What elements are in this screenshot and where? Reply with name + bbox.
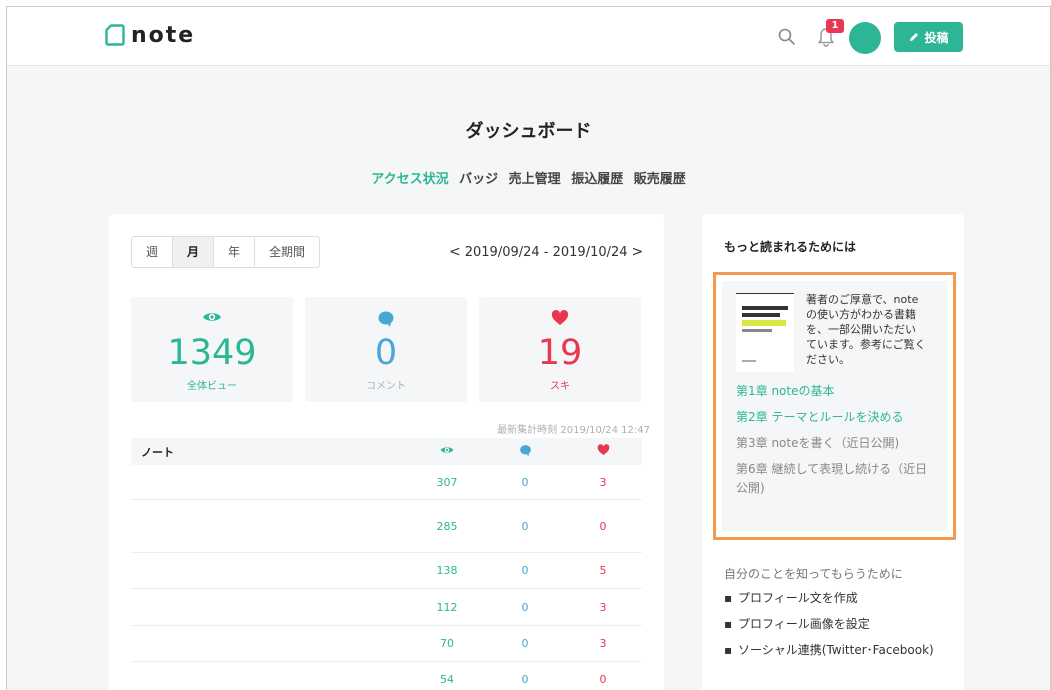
period-selector: 週 月 年 全期間 xyxy=(131,236,321,268)
likes-total: 19 xyxy=(537,333,583,373)
user-avatar[interactable] xyxy=(849,22,881,54)
book-promo-highlight: 著者のご厚意で、noteの使い方がわかる書籍を、一部公開いただいています。参考に… xyxy=(713,272,956,540)
chapter-3-label: 第3章 noteを書く（近日公開) xyxy=(736,436,900,450)
guide-title: 自分のことを知ってもらうために xyxy=(724,567,903,581)
tab-access[interactable]: アクセス状況 xyxy=(371,172,448,187)
row-likes: 0 xyxy=(599,673,607,686)
tab-sales[interactable]: 売上管理 xyxy=(509,172,561,187)
row-comments: 0 xyxy=(521,475,529,489)
logo-text: note xyxy=(131,22,196,48)
chapter-6-label: 第6章 継続して表現し続ける（近日公開) xyxy=(736,462,928,495)
note-logo[interactable]: note xyxy=(105,21,195,49)
views-label: 全体ビュー xyxy=(187,381,237,392)
row-likes: 5 xyxy=(599,564,607,577)
date-range-text: 2019/09/24 - 2019/10/24 xyxy=(464,244,628,260)
table-row[interactable]: 112 0 3 xyxy=(131,589,642,626)
row-comments: 0 xyxy=(521,637,529,650)
row-views: 307 xyxy=(436,475,458,489)
row-views: 70 xyxy=(440,637,454,650)
chapter-2-link[interactable]: 第2章 テーマとルールを決める xyxy=(736,408,936,427)
row-views: 54 xyxy=(440,673,454,686)
book-cover-image[interactable] xyxy=(736,293,794,372)
dashboard-tabs: アクセス状況 バッジ 売上管理 振込履歴 販売履歴 xyxy=(7,168,1050,187)
note-logo-icon xyxy=(105,24,125,46)
row-likes: 3 xyxy=(599,600,607,614)
stats-summary: 1349 全体ビュー 0 コメント 19 スキ xyxy=(131,297,641,402)
row-views: 138 xyxy=(436,564,458,577)
eye-icon xyxy=(203,313,221,321)
row-comments: 0 xyxy=(521,519,529,533)
row-comments: 0 xyxy=(521,673,529,686)
stats-card: 週 月 年 全期間 < 2019/09/24 - 2019/10/24 > 13… xyxy=(109,214,664,690)
row-likes: 3 xyxy=(599,475,607,489)
post-button[interactable]: 投稿 xyxy=(894,22,963,52)
table-row[interactable]: 54 0 0 xyxy=(131,662,642,690)
guide-item-profile-image[interactable]: ▪ プロフィール画像を設定 xyxy=(724,615,949,633)
next-range-button[interactable]: > xyxy=(628,244,648,260)
heart-icon xyxy=(597,444,609,456)
tab-badge[interactable]: バッジ xyxy=(459,172,498,187)
last-updated: 最新集計時刻 2019/10/24 12:47 xyxy=(497,425,650,436)
comment-icon xyxy=(378,311,394,327)
search-icon[interactable] xyxy=(777,27,797,47)
book-promo: 著者のご厚意で、noteの使い方がわかる書籍を、一部公開いただいています。参考に… xyxy=(722,281,947,531)
top-header: note 1 投稿 xyxy=(7,7,1050,66)
row-views: 112 xyxy=(436,600,458,614)
period-all[interactable]: 全期間 xyxy=(255,237,319,267)
period-week[interactable]: 週 xyxy=(132,237,174,267)
notes-table: ノート 307 0 3 285 0 0 138 0 5 112 0 3 70 0… xyxy=(131,438,642,690)
tips-card: もっと読まれるためには 著者のご厚意で、noteの使い方がわかる書籍を、一部公開… xyxy=(702,214,964,690)
comments-label: コメント xyxy=(366,381,406,392)
row-likes: 3 xyxy=(599,637,607,650)
likes-stat: 19 スキ xyxy=(479,297,641,402)
book-description: 著者のご厚意で、noteの使い方がわかる書籍を、一部公開いただいています。参考に… xyxy=(806,293,926,366)
date-range: < 2019/09/24 - 2019/10/24 > xyxy=(445,244,647,260)
app-window: note 1 投稿 ダッシュボード アクセス状況 バッジ 売上管理 振込履歴 販… xyxy=(6,6,1051,690)
tab-transfer-history[interactable]: 振込履歴 xyxy=(571,172,623,187)
chapter-1-link[interactable]: 第1章 noteの基本 xyxy=(736,382,936,401)
row-views: 285 xyxy=(436,519,458,533)
row-comments: 0 xyxy=(521,564,529,577)
post-button-label: 投稿 xyxy=(924,30,949,45)
likes-label: スキ xyxy=(550,381,570,392)
comments-stat: 0 コメント xyxy=(305,297,467,402)
eye-icon xyxy=(440,447,454,453)
comment-icon xyxy=(519,444,531,456)
table-row[interactable]: 138 0 5 xyxy=(131,553,642,589)
notification-badge: 1 xyxy=(826,19,844,33)
table-row[interactable]: 307 0 3 xyxy=(131,465,642,500)
period-year[interactable]: 年 xyxy=(214,237,256,267)
comments-total: 0 xyxy=(374,333,398,373)
tips-title: もっと読まれるためには xyxy=(724,240,857,254)
tab-sales-history[interactable]: 販売履歴 xyxy=(634,172,686,187)
table-row[interactable]: 285 0 0 xyxy=(131,500,642,553)
heart-icon xyxy=(551,310,569,325)
table-header: ノート xyxy=(131,438,642,465)
page-title: ダッシュボード xyxy=(465,121,592,142)
views-stat: 1349 全体ビュー xyxy=(131,297,293,402)
pencil-icon xyxy=(910,33,919,41)
prev-range-button[interactable]: < xyxy=(445,244,465,260)
period-month[interactable]: 月 xyxy=(173,237,215,267)
row-likes: 0 xyxy=(599,519,607,533)
row-comments: 0 xyxy=(521,600,529,614)
note-column-header: ノート xyxy=(141,445,174,459)
views-total: 1349 xyxy=(167,333,257,373)
guide-item-social-link[interactable]: ▪ ソーシャル連携(Twitter･Facebook) xyxy=(724,641,949,659)
table-row[interactable]: 70 0 3 xyxy=(131,626,642,662)
guide-item-profile-text[interactable]: ▪ プロフィール文を作成 xyxy=(724,589,949,607)
